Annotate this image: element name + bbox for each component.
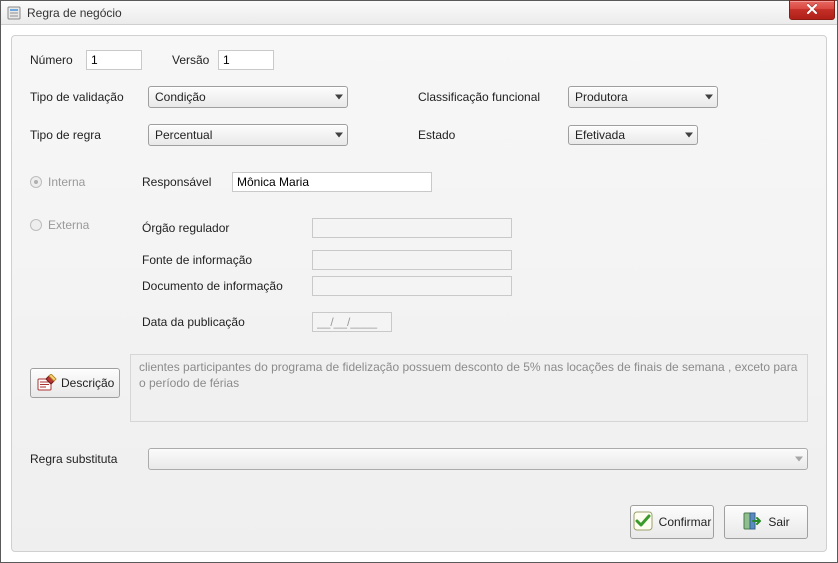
check-icon	[633, 511, 653, 534]
confirmar-button[interactable]: Confirmar	[630, 505, 714, 539]
substituta-combo[interactable]	[148, 448, 808, 470]
data-pub-input[interactable]	[312, 312, 392, 332]
tipo-validacao-value: Condição	[155, 90, 206, 104]
tipo-regra-value: Percentual	[155, 128, 212, 142]
interna-radio	[30, 176, 42, 188]
descricao-button[interactable]: Descrição	[30, 368, 120, 398]
estado-combo[interactable]: Efetivada	[568, 125, 698, 145]
externa-radio	[30, 219, 42, 231]
orgao-label: Órgão regulador	[142, 221, 312, 235]
exit-icon	[742, 511, 762, 534]
tipo-regra-label: Tipo de regra	[30, 128, 148, 142]
footer-actions: Confirmar Sair	[630, 505, 808, 539]
sair-label: Sair	[768, 515, 789, 529]
numero-input[interactable]	[86, 50, 142, 70]
responsavel-input[interactable]	[232, 172, 432, 192]
descricao-button-label: Descrição	[61, 376, 114, 390]
close-icon	[806, 3, 818, 17]
chevron-down-icon	[335, 95, 343, 100]
numero-label: Número	[30, 53, 86, 67]
edit-icon	[37, 374, 57, 392]
fonte-input[interactable]	[312, 250, 512, 270]
window: Regra de negócio Número Versão Tipo de v…	[0, 0, 838, 563]
sair-button[interactable]: Sair	[724, 505, 808, 539]
descricao-text: clientes participantes do programa de fi…	[130, 354, 808, 422]
fonte-label: Fonte de informação	[142, 253, 312, 267]
responsavel-label: Responsável	[142, 175, 232, 189]
estado-label: Estado	[418, 128, 568, 142]
data-pub-label: Data da publicação	[142, 315, 312, 329]
close-button[interactable]	[789, 0, 835, 20]
class-func-label: Classificação funcional	[418, 90, 568, 104]
confirmar-label: Confirmar	[659, 515, 712, 529]
titlebar: Regra de negócio	[1, 1, 837, 25]
documento-label: Documento de informação	[142, 279, 312, 293]
app-icon	[7, 6, 21, 20]
descricao-text-content: clientes participantes do programa de fi…	[139, 360, 797, 390]
estado-value: Efetivada	[575, 128, 625, 142]
chevron-down-icon	[335, 133, 343, 138]
orgao-input[interactable]	[312, 218, 512, 238]
chevron-down-icon	[705, 95, 713, 100]
versao-input[interactable]	[218, 50, 274, 70]
tipo-validacao-combo[interactable]: Condição	[148, 86, 348, 108]
form-panel: Número Versão Tipo de validação Condição…	[11, 35, 827, 552]
substituta-label: Regra substituta	[30, 452, 148, 466]
chevron-down-icon	[795, 457, 803, 462]
class-func-value: Produtora	[575, 90, 628, 104]
tipo-regra-combo[interactable]: Percentual	[148, 124, 348, 146]
chevron-down-icon	[685, 133, 693, 138]
externa-label: Externa	[48, 218, 89, 232]
interna-label: Interna	[48, 175, 85, 189]
window-title: Regra de negócio	[27, 6, 122, 20]
documento-input[interactable]	[312, 276, 512, 296]
tipo-validacao-label: Tipo de validação	[30, 90, 148, 104]
class-func-combo[interactable]: Produtora	[568, 86, 718, 108]
versao-label: Versão	[172, 53, 218, 67]
